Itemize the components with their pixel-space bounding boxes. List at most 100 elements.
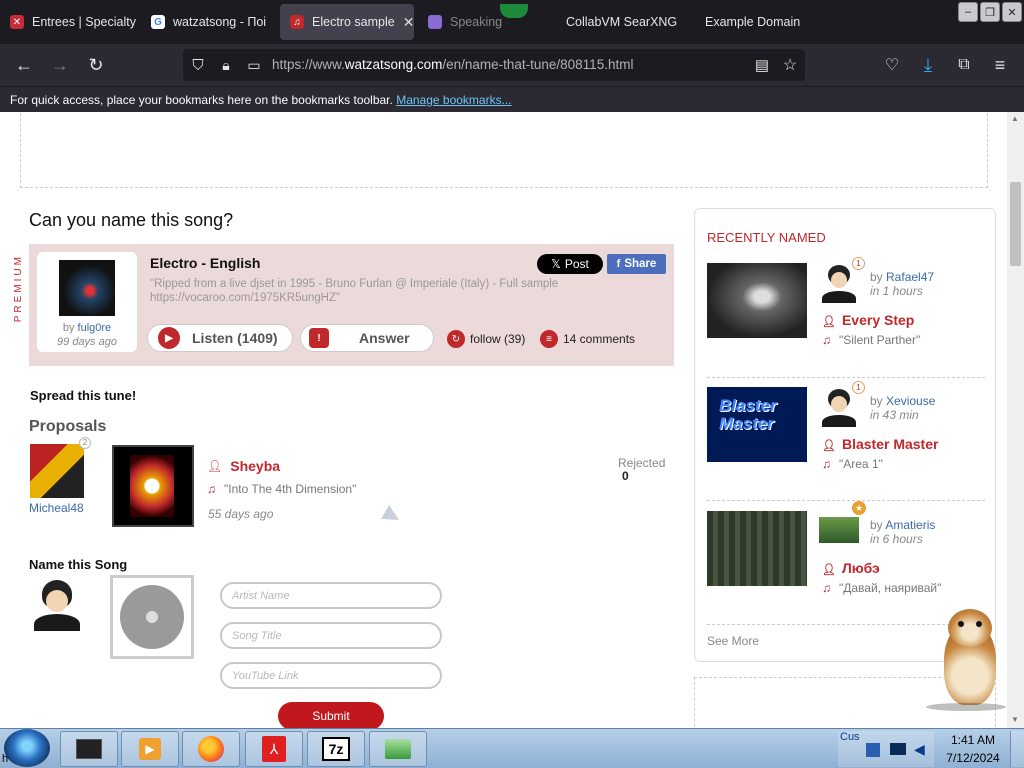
- shield-icon[interactable]: ⛉: [187, 54, 209, 76]
- current-user-avatar[interactable]: [30, 576, 85, 631]
- taskbar-media-player[interactable]: ▶: [121, 731, 179, 767]
- youtube-link-input[interactable]: YouTube Link: [220, 662, 442, 689]
- divider: [707, 377, 985, 378]
- tab-speaking[interactable]: Speaking: [418, 4, 548, 40]
- song-title-input[interactable]: Song Title: [220, 622, 442, 649]
- submit-button[interactable]: Submit: [278, 702, 384, 728]
- recently-named-heading: RECENTLY NAMED: [707, 230, 826, 245]
- tab-electro-sample[interactable]: ♫ Electro sample ✕: [280, 4, 414, 40]
- recent-time: in 43 min: [870, 408, 919, 422]
- recent-song-title: "Area 1": [839, 457, 883, 471]
- facebook-share-button[interactable]: f Share: [607, 254, 666, 274]
- recent-user-link[interactable]: Amatieris: [885, 518, 935, 532]
- artist-person-icon: 👤︎: [822, 316, 836, 328]
- restore-icon[interactable]: ❐: [980, 2, 1000, 22]
- bookmark-star-icon[interactable]: ☆: [779, 54, 801, 76]
- proposer-link[interactable]: Micheal48: [29, 501, 84, 515]
- tab-example-domain[interactable]: Example Domain: [695, 4, 825, 40]
- tray-flag-icon[interactable]: [866, 743, 880, 757]
- taskbar-network[interactable]: [369, 731, 427, 767]
- watzatsong-favicon-icon: ♫: [290, 15, 304, 29]
- proposal-song-row: ♫ "Into The 4th Dimension": [207, 482, 356, 496]
- rank-badge: 1: [852, 257, 865, 270]
- 7zip-icon: 7z: [322, 737, 350, 761]
- start-button[interactable]: [4, 729, 50, 767]
- tray-volume-icon[interactable]: ◀: [914, 741, 925, 758]
- facebook-icon: f: [616, 258, 621, 270]
- uploader-avatar[interactable]: [59, 260, 115, 316]
- vinyl-icon: [120, 585, 184, 649]
- url-prefix: https://www.: [272, 57, 345, 72]
- recent-thumb[interactable]: [707, 263, 807, 338]
- clock-date[interactable]: 7/12/2024: [938, 751, 1008, 765]
- page-info-icon[interactable]: ▭: [243, 54, 265, 76]
- music-note-icon: ♫: [822, 581, 831, 595]
- recent-thumb[interactable]: [707, 511, 807, 586]
- pocket-icon[interactable]: ♡: [881, 54, 903, 76]
- hamster-mascot[interactable]: [926, 607, 1006, 711]
- recent-user-avatar[interactable]: [819, 263, 859, 303]
- proposal-thumbnail[interactable]: [112, 445, 194, 527]
- music-note-icon: ♫: [207, 482, 216, 496]
- recent-artist-link[interactable]: Every Step: [842, 312, 914, 328]
- page-scrollbar[interactable]: ▲ ▼: [1007, 112, 1024, 728]
- scrollbar-thumb[interactable]: [1010, 182, 1021, 266]
- taskbar-7zip[interactable]: 7z: [307, 731, 365, 767]
- recent-song-row: ♫ "Silent Parther": [822, 333, 920, 347]
- downloads-icon[interactable]: ⤓: [917, 54, 939, 76]
- page-content: Can you name this song? PREMIUM by fulg0…: [0, 112, 1007, 728]
- extensions-icon[interactable]: ⧉: [953, 54, 975, 76]
- scroll-up-icon[interactable]: ▲: [1011, 114, 1019, 123]
- follow-link[interactable]: ↻ follow (39): [447, 330, 525, 348]
- answer-button[interactable]: ! Answer: [300, 324, 434, 352]
- reader-view-icon[interactable]: ▤: [751, 54, 773, 76]
- taskbar-acrobat[interactable]: ⅄: [245, 731, 303, 767]
- recent-user-avatar[interactable]: [819, 387, 859, 427]
- pdf-icon: ⅄: [262, 736, 286, 762]
- manage-bookmarks-link[interactable]: Manage bookmarks...: [396, 93, 511, 107]
- recent-user-avatar[interactable]: [819, 517, 859, 543]
- artist-name-input[interactable]: Artist Name: [220, 582, 442, 609]
- navigation-toolbar: ← → ↻ ⛉ 🔒︎ ▭ https://www.watzatsong.com/…: [0, 44, 1024, 86]
- tray-network-icon[interactable]: [890, 743, 906, 755]
- proposal-artist-link[interactable]: Sheyba: [230, 458, 280, 474]
- proposal-votes: 0: [622, 469, 629, 483]
- x-post-button[interactable]: 𝕏 Post: [537, 254, 603, 274]
- close-tab-icon[interactable]: ✕: [403, 14, 414, 31]
- tab-entrees[interactable]: ✕ Entrees | Specialty: [0, 4, 138, 40]
- lock-icon[interactable]: 🔒︎: [215, 54, 237, 76]
- minimize-icon[interactable]: –: [958, 2, 978, 22]
- recent-artist-link[interactable]: Любэ: [842, 560, 880, 576]
- recent-user-link[interactable]: Xeviouse: [886, 394, 935, 408]
- show-desktop-button[interactable]: [1010, 731, 1024, 767]
- recent-thumb[interactable]: Blaster Master: [707, 387, 807, 462]
- scroll-down-icon[interactable]: ▼: [1011, 715, 1019, 724]
- taskbar-explorer[interactable]: [60, 731, 118, 767]
- taskbar-firefox[interactable]: [182, 731, 240, 767]
- play-icon: ▶: [158, 327, 180, 349]
- recent-user-link[interactable]: Rafael47: [886, 270, 934, 284]
- gold-medal-icon: ★: [852, 501, 866, 515]
- close-window-icon[interactable]: ✕: [1002, 2, 1022, 22]
- uploader-link[interactable]: fulg0re: [78, 322, 112, 334]
- recent-user-line: by Xeviouse: [870, 394, 936, 408]
- back-arrow-icon[interactable]: ←: [13, 54, 35, 76]
- recent-artist-link[interactable]: Blaster Master: [842, 436, 939, 452]
- proposer-avatar[interactable]: [30, 444, 84, 498]
- listen-button[interactable]: ▶ Listen (1409): [147, 324, 293, 352]
- comments-link[interactable]: ≡ 14 comments: [540, 330, 635, 348]
- menu-icon[interactable]: ≡: [989, 54, 1011, 76]
- forward-arrow-icon[interactable]: →: [49, 54, 71, 76]
- tab-title: watzatsong - Поі: [173, 15, 267, 29]
- page-title: Can you name this song?: [29, 210, 234, 230]
- see-more-link[interactable]: See More: [707, 634, 759, 648]
- windows-taskbar: h ▶ ⅄ 7z Cus ◀ 1:41 AM 7/12/2024: [0, 728, 1024, 768]
- tab-collabvm-searxng[interactable]: CollabVM SearXNG: [556, 4, 691, 40]
- clock-time[interactable]: 1:41 AM: [938, 733, 1008, 747]
- window-controls: – ❐ ✕: [958, 2, 1022, 22]
- upload-age: 99 days ago: [57, 336, 117, 348]
- reload-icon[interactable]: ↻: [85, 54, 107, 76]
- tab-watzatsong-search[interactable]: G watzatsong - Поі: [141, 4, 277, 40]
- url-domain: watzatsong.com: [344, 57, 443, 72]
- address-bar[interactable]: ⛉ 🔒︎ ▭ https://www.watzatsong.com/en/nam…: [183, 49, 805, 81]
